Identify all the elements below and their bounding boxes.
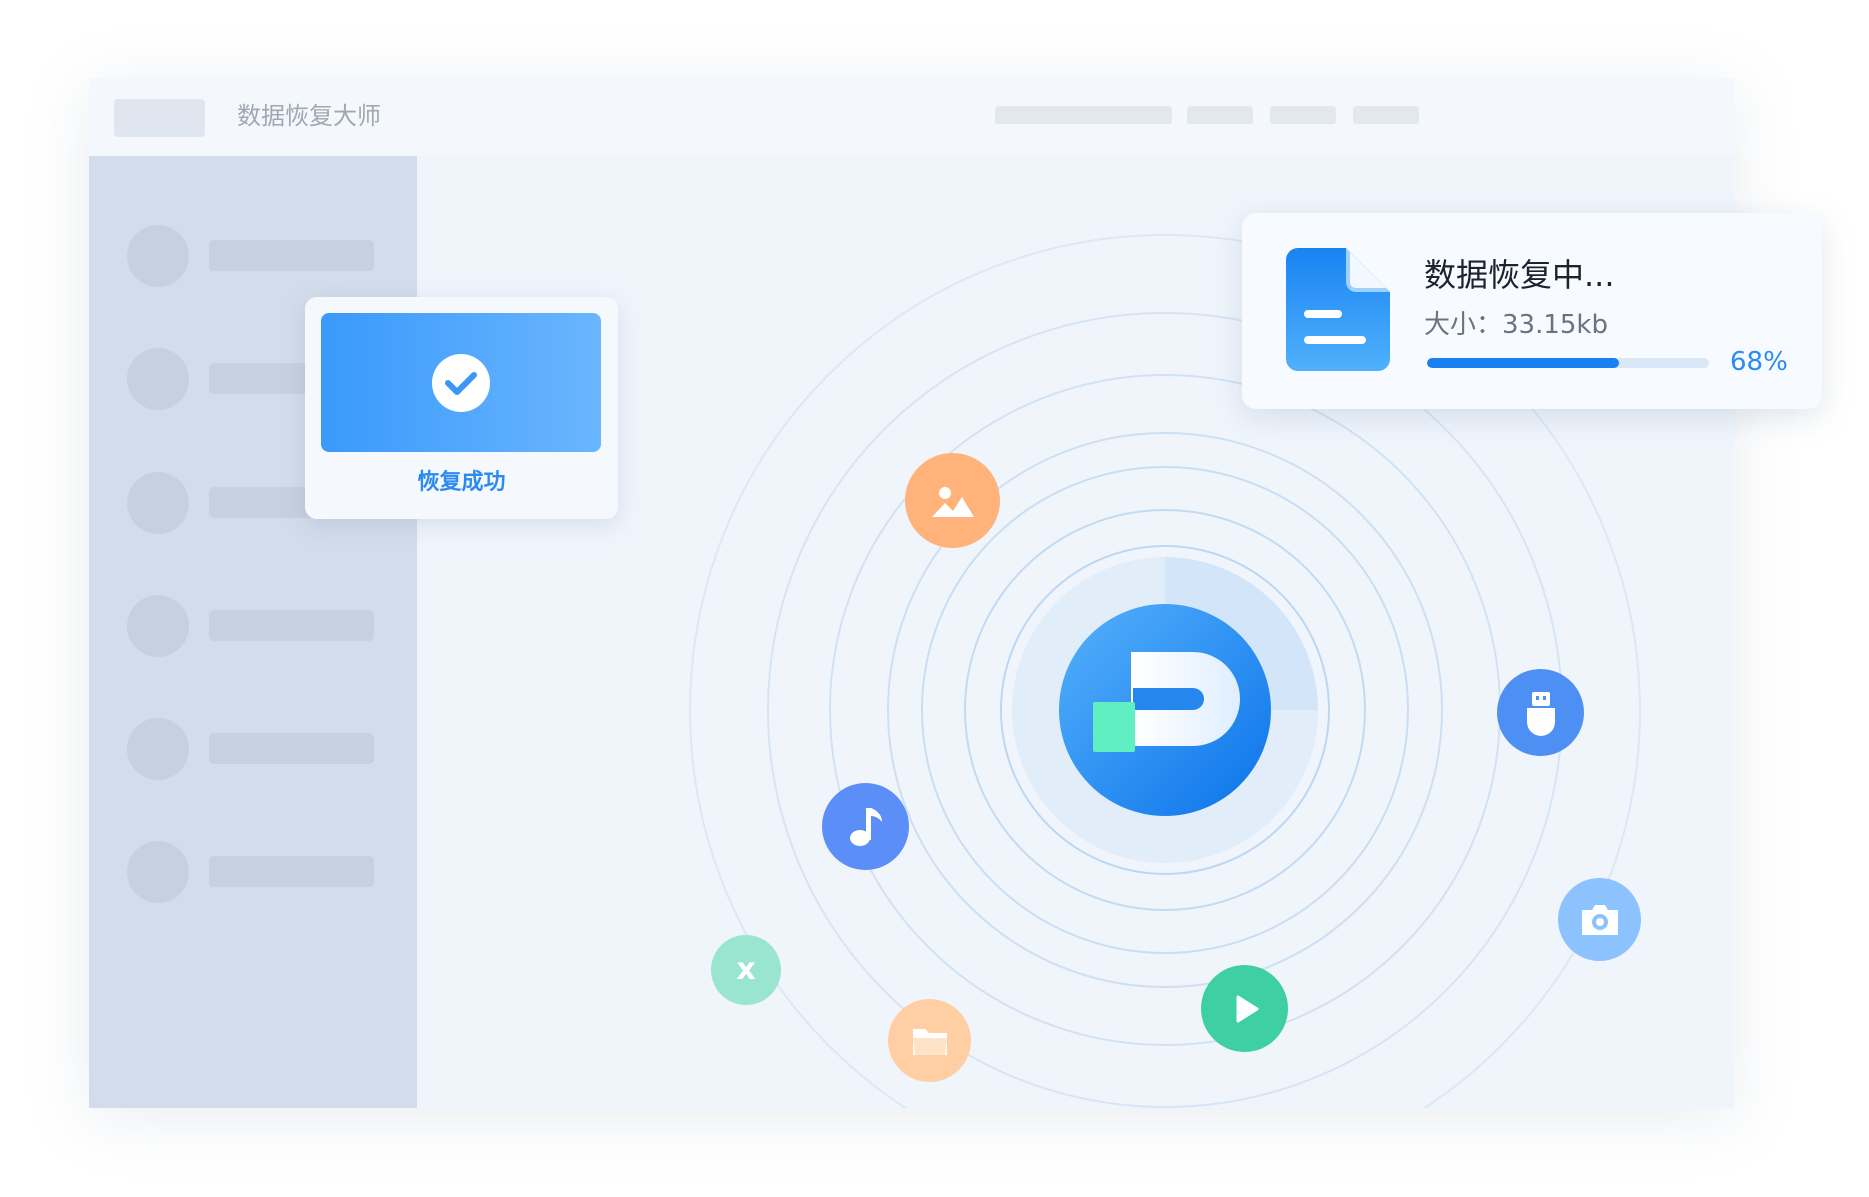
titlebar-placeholder-4[interactable] [1353,106,1419,124]
progress-title: 数据恢复中... [1424,256,1615,294]
success-label: 恢复成功 [417,470,506,495]
sidebar-item-6-avatar[interactable] [127,841,189,903]
sidebar-item-3-avatar[interactable] [127,472,189,534]
sidebar-item-5-avatar[interactable] [127,718,189,780]
progress-bar [1427,358,1709,368]
image-icon[interactable] [905,453,1000,548]
sidebar-item-6-label[interactable] [209,856,374,887]
folder-icon[interactable] [888,999,971,1082]
file-size: 大小：33.15kb [1424,310,1608,340]
sidebar-item-5-label[interactable] [209,733,374,764]
progress-bar-fill [1427,358,1619,368]
play-icon[interactable] [1201,965,1288,1052]
usb-icon[interactable] [1497,669,1584,756]
recovery-progress-card[interactable]: 数据恢复中... 大小：33.15kb 68% [1242,213,1822,409]
excel-icon[interactable]: x [711,935,781,1005]
titlebar-placeholder-3[interactable] [1270,106,1336,124]
sidebar-item-2-avatar[interactable] [127,348,189,410]
sidebar-item-4-label[interactable] [209,610,374,641]
title-bar: 数据恢复大师 [89,78,1734,156]
sidebar-item-4-avatar[interactable] [127,595,189,657]
camera-icon[interactable] [1558,878,1641,961]
titlebar-placeholder-2[interactable] [1187,106,1253,124]
app-logo-placeholder [114,99,205,137]
document-icon [1286,248,1390,371]
music-icon[interactable] [822,783,909,870]
check-circle-icon [432,353,490,412]
titlebar-placeholder-1[interactable] [995,106,1172,124]
app-title: 数据恢复大师 [237,102,381,130]
sidebar-item-1-label[interactable] [209,240,374,271]
progress-percent: 68% [1730,347,1788,377]
success-banner [321,313,601,452]
recovery-success-card[interactable]: 恢复成功 [305,297,618,519]
sidebar-item-1-avatar[interactable] [127,225,189,287]
